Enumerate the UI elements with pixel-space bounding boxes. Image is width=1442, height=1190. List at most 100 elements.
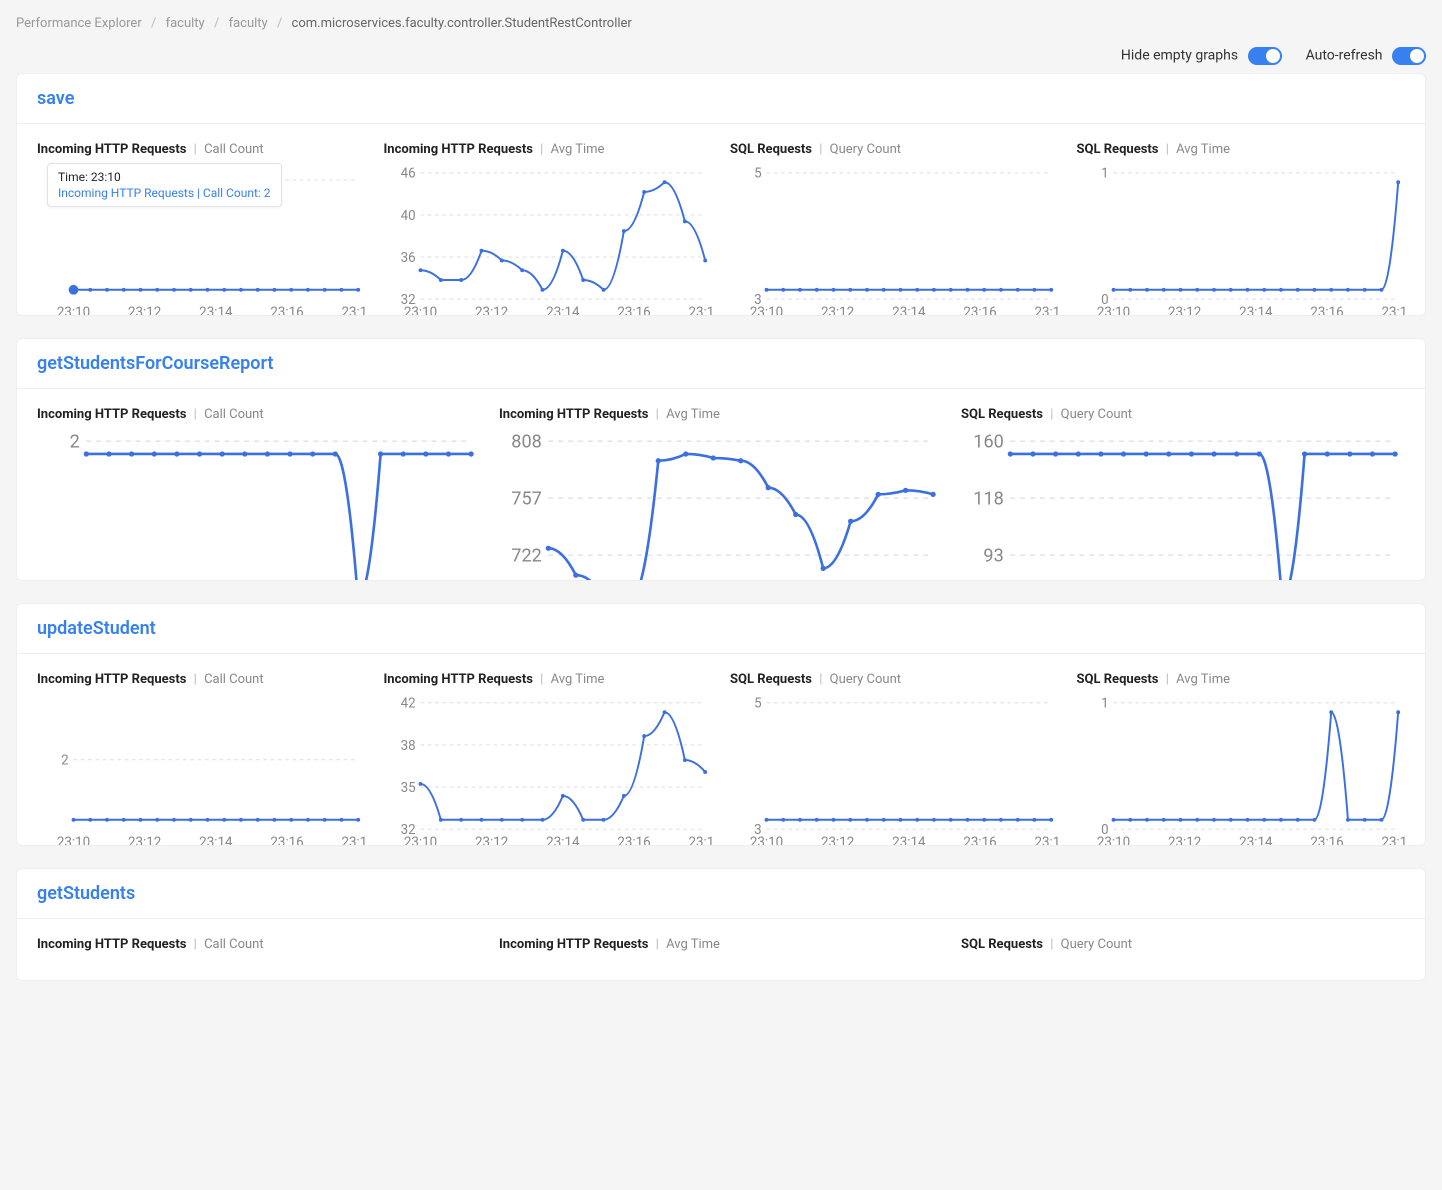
chart-title: SQL Requests | Query Count (961, 407, 1405, 422)
svg-text:23:12: 23:12 (475, 835, 509, 846)
chart-cell[interactable]: Incoming HTTP Requests | Call Count 223:1… (37, 142, 366, 293)
svg-text:118: 118 (973, 489, 1003, 510)
chart-plot[interactable]: 80875772268723:1023:1223:1423:1623:18 (499, 428, 943, 558)
chart-title: SQL Requests | Query Count (961, 937, 1405, 952)
chart-cell[interactable]: SQL Requests | Avg Time 1023:1023:1223:14… (1077, 672, 1406, 823)
breadcrumb-item[interactable]: faculty (166, 16, 205, 31)
svg-text:42: 42 (400, 697, 416, 712)
chart-title: SQL Requests | Query Count (730, 142, 1059, 157)
chart-cell[interactable]: SQL Requests | Query Count (961, 937, 1405, 958)
svg-text:23:16: 23:16 (270, 305, 303, 316)
section-title[interactable]: updateStudent (37, 618, 156, 639)
svg-text:23:18: 23:18 (342, 305, 366, 316)
chart-cell[interactable]: Incoming HTTP Requests | Call Count223:1… (37, 672, 366, 823)
svg-text:2: 2 (70, 432, 80, 453)
chart-cell[interactable]: Incoming HTTP Requests | Avg Time8087577… (499, 407, 943, 558)
chart-cell[interactable]: Incoming HTTP Requests | Call Count (37, 937, 481, 958)
section-getStudents: getStudents Incoming HTTP Requests | Call… (16, 868, 1426, 981)
svg-text:23:18: 23:18 (1035, 835, 1059, 846)
svg-text:23:16: 23:16 (1310, 835, 1343, 846)
hide-empty-graphs-label: Hide empty graphs (1121, 48, 1238, 64)
svg-text:23:12: 23:12 (475, 305, 509, 316)
svg-text:23:10: 23:10 (750, 305, 783, 316)
section-header: getStudentsForCourseReport (17, 339, 1425, 389)
chart-plot[interactable]: 5323:1023:1223:1423:1623:18 (730, 163, 1059, 293)
svg-text:23:12: 23:12 (1168, 305, 1202, 316)
svg-text:23:18: 23:18 (1381, 305, 1405, 316)
chart-plot[interactable]: 223:1023:1223:1423:1623:18Time: 23:10Inc… (37, 163, 366, 293)
svg-text:5: 5 (754, 167, 762, 182)
chart-cell[interactable]: Incoming HTTP Requests | Avg Time 4640363… (384, 142, 713, 293)
svg-text:160: 160 (973, 432, 1003, 453)
svg-text:23:10: 23:10 (1096, 305, 1129, 316)
chart-plot[interactable]: 223:1023:1223:1423:1623:18 (37, 693, 366, 823)
breadcrumb-current: com.microservices.faculty.controller.Stu… (292, 16, 632, 31)
chart-cell[interactable]: SQL Requests | Query Count 5323:1023:1223… (730, 142, 1059, 293)
chart-title: SQL Requests | Avg Time (1077, 142, 1406, 157)
chart-plot[interactable]: 5323:1023:1223:1423:1623:18 (730, 693, 1059, 823)
charts-row: Incoming HTTP Requests | Call Count 223:1… (17, 124, 1425, 315)
svg-text:23:16: 23:16 (617, 305, 650, 316)
svg-text:23:14: 23:14 (1239, 305, 1273, 316)
svg-text:23:10: 23:10 (1096, 835, 1129, 846)
chart-cell[interactable]: SQL Requests | Query Count160118936823:1… (961, 407, 1405, 558)
chart-cell[interactable]: Incoming HTTP Requests | Call Count 2123:… (37, 407, 481, 558)
chart-plot[interactable]: 2123:1023:1223:1423:1623:18 (37, 428, 481, 558)
svg-text:808: 808 (511, 432, 541, 453)
chart-title: Incoming HTTP Requests | Avg Time (499, 937, 943, 952)
breadcrumb-item[interactable]: Performance Explorer (16, 16, 142, 31)
svg-text:23:10: 23:10 (57, 305, 90, 316)
chart-title: Incoming HTTP Requests | Avg Time (384, 142, 713, 157)
hide-empty-graphs-toggle[interactable] (1248, 47, 1282, 65)
svg-text:23:14: 23:14 (199, 305, 233, 316)
chart-plot[interactable]: 1023:1023:1223:1423:1623:18 (1077, 693, 1406, 823)
chart-tooltip: Time: 23:10Incoming HTTP Requests | Call… (47, 163, 282, 207)
chart-plot[interactable]: 4238353223:1023:1223:1423:1623:18 (384, 693, 713, 823)
auto-refresh-field: Auto-refresh (1306, 47, 1426, 65)
chart-title: Incoming HTTP Requests | Call Count (37, 142, 366, 157)
svg-text:23:12: 23:12 (128, 835, 162, 846)
breadcrumb: Performance Explorer / faculty / faculty… (16, 16, 1426, 31)
svg-text:23:18: 23:18 (688, 835, 712, 846)
svg-text:23:14: 23:14 (199, 835, 233, 846)
svg-text:23:16: 23:16 (963, 305, 996, 316)
breadcrumb-sep: / (277, 16, 282, 31)
svg-text:23:10: 23:10 (750, 835, 783, 846)
chart-title: SQL Requests | Avg Time (1077, 672, 1406, 687)
section-title[interactable]: save (37, 88, 74, 109)
auto-refresh-toggle[interactable] (1392, 47, 1426, 65)
section-title[interactable]: getStudentsForCourseReport (37, 353, 273, 374)
chart-cell[interactable]: Incoming HTTP Requests | Avg Time (499, 937, 943, 958)
chart-cell[interactable]: SQL Requests | Query Count 5323:1023:1223… (730, 672, 1059, 823)
svg-text:23:14: 23:14 (892, 305, 926, 316)
charts-row: Incoming HTTP Requests | Call Count 2123:… (17, 389, 1425, 580)
svg-text:23:14: 23:14 (892, 835, 926, 846)
svg-text:2: 2 (61, 754, 69, 769)
svg-text:757: 757 (511, 489, 541, 510)
chart-plot[interactable]: 1023:1023:1223:1423:1623:18 (1077, 163, 1406, 293)
chart-title: Incoming HTTP Requests | Call Count (37, 407, 481, 422)
svg-text:23:12: 23:12 (821, 835, 855, 846)
svg-text:23:16: 23:16 (617, 835, 650, 846)
svg-text:23:16: 23:16 (270, 835, 303, 846)
svg-text:1: 1 (1101, 167, 1109, 182)
chart-plot[interactable]: 160118936823:1023:1223:1423:1623:18 (961, 428, 1405, 558)
chart-cell[interactable]: Incoming HTTP Requests | Avg Time 4238353… (384, 672, 713, 823)
svg-text:23:10: 23:10 (403, 305, 436, 316)
auto-refresh-label: Auto-refresh (1306, 48, 1383, 64)
svg-text:23:16: 23:16 (1310, 305, 1343, 316)
svg-text:5: 5 (754, 697, 762, 712)
chart-title: Incoming HTTP Requests | Avg Time (499, 407, 943, 422)
chart-title: Incoming HTTP Requests | Avg Time (384, 672, 713, 687)
section-getStudentsForCourseReport: getStudentsForCourseReport Incoming HTTP … (16, 338, 1426, 581)
svg-text:23:16: 23:16 (963, 835, 996, 846)
breadcrumb-item[interactable]: faculty (229, 16, 268, 31)
section-title[interactable]: getStudents (37, 883, 135, 904)
chart-cell[interactable]: SQL Requests | Avg Time 1023:1023:1223:14… (1077, 142, 1406, 293)
svg-text:23:14: 23:14 (1239, 835, 1273, 846)
svg-text:23:12: 23:12 (1168, 835, 1202, 846)
svg-text:1: 1 (1101, 697, 1109, 712)
chart-plot[interactable]: 4640363223:1023:1223:1423:1623:18 (384, 163, 713, 293)
chart-title: SQL Requests | Query Count (730, 672, 1059, 687)
page: Performance Explorer / faculty / faculty… (0, 0, 1442, 1190)
